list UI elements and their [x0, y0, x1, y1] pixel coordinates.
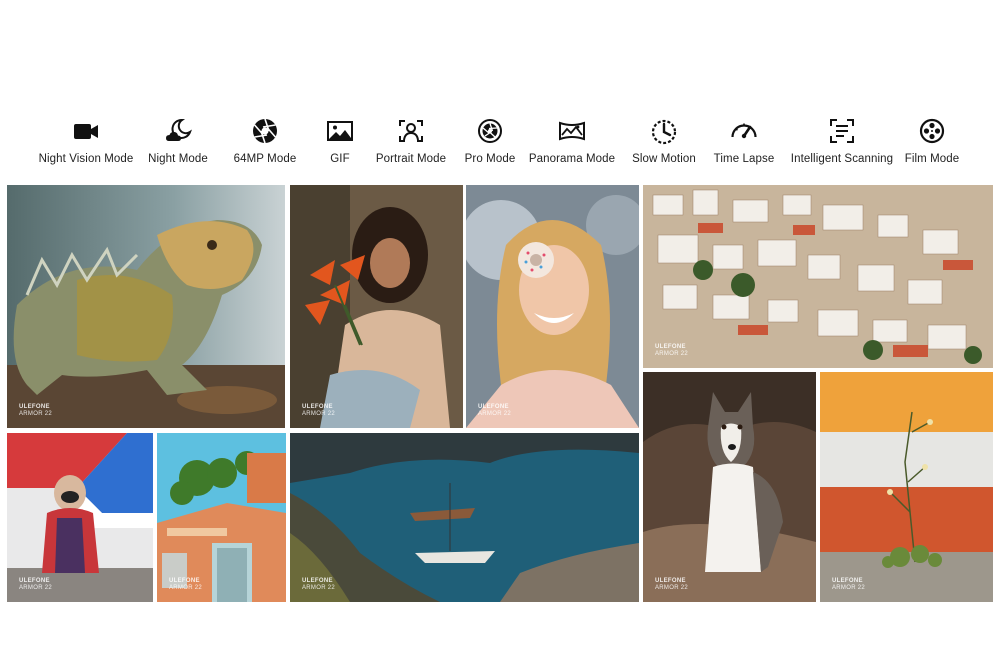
photo-woman-with-donut: ULEFONE ARMOR 22 — [466, 185, 639, 428]
dog-hoodie-image — [7, 433, 153, 602]
photo-watermark: ULEFONE ARMOR 22 — [19, 404, 53, 417]
woman-flowers-image — [290, 185, 463, 428]
photo-iguana: ULEFONE ARMOR 22 — [7, 185, 285, 428]
building-plants-image — [157, 433, 286, 602]
photo-woman-with-flowers: ULEFONE ARMOR 22 — [290, 185, 463, 428]
photo-watermark: ULEFONE ARMOR 22 — [19, 578, 53, 591]
photo-watermark: ULEFONE ARMOR 22 — [832, 578, 866, 591]
photo-watermark: ULEFONE ARMOR 22 — [478, 404, 512, 417]
photo-plant-by-wall: ULEFONE ARMOR 22 — [820, 372, 993, 602]
photo-watermark: ULEFONE ARMOR 22 — [655, 344, 689, 357]
photo-watermark: ULEFONE ARMOR 22 — [302, 578, 336, 591]
photo-boats-at-sea: ULEFONE ARMOR 22 — [290, 433, 639, 602]
photo-dog-in-hoodie: ULEFONE ARMOR 22 — [7, 433, 153, 602]
photo-watermark: ULEFONE ARMOR 22 — [655, 578, 689, 591]
sample-photo-gallery: ULEFONE ARMOR 22 ULEFONE ARMOR 22 ULEFON… — [0, 0, 1000, 650]
husky-rocks-image — [643, 372, 816, 602]
woman-donut-image — [466, 185, 639, 428]
photo-watermark: ULEFONE ARMOR 22 — [302, 404, 336, 417]
coastal-town-image — [643, 185, 993, 368]
photo-watermark: ULEFONE ARMOR 22 — [169, 578, 203, 591]
photo-coastal-town: ULEFONE ARMOR 22 — [643, 185, 993, 368]
photo-husky-on-rocks: ULEFONE ARMOR 22 — [643, 372, 816, 602]
plant-wall-image — [820, 372, 993, 602]
photo-building-with-plants: ULEFONE ARMOR 22 — [157, 433, 286, 602]
boats-sea-image — [290, 433, 639, 602]
iguana-image — [7, 185, 285, 428]
